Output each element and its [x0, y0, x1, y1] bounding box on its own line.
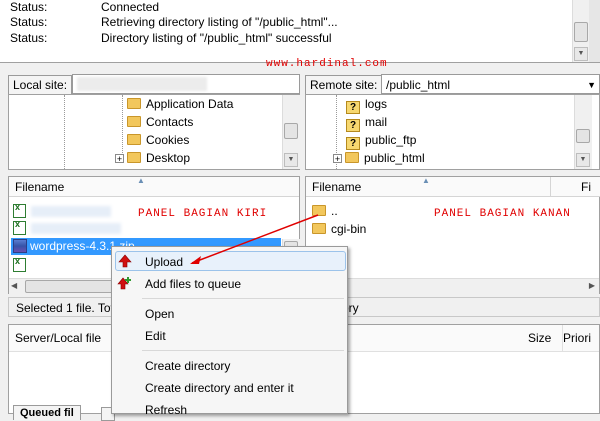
annotation-arrow	[190, 214, 319, 264]
